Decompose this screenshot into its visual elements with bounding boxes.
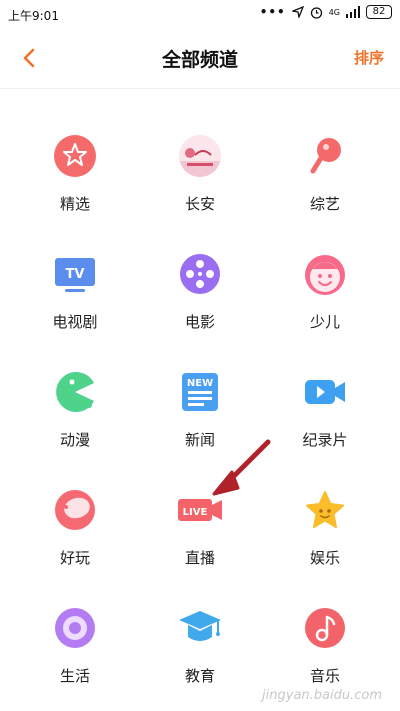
svg-text:LIVE: LIVE [183, 507, 208, 518]
pacman-icon [56, 372, 94, 412]
music-note-icon [305, 608, 345, 648]
channel-item-live[interactable]: LIVE 直播 [135, 487, 265, 568]
status-bar: 上午9:01 ••• 4G 82 [0, 0, 400, 28]
channel-label: 精选 [59, 195, 90, 213]
kid-face-icon [305, 255, 345, 295]
svg-text:TV: TV [66, 267, 85, 282]
graduation-cap-icon [179, 611, 221, 641]
channel-label: 新闻 [184, 431, 215, 449]
channel-label: 综艺 [309, 195, 340, 213]
star-icon [306, 491, 344, 528]
channel-label: 少儿 [309, 313, 340, 331]
channel-item-featured[interactable]: 精选 [10, 133, 140, 214]
channel-item-variety[interactable]: 综艺 [260, 133, 390, 214]
channel-label: 音乐 [309, 667, 340, 685]
channel-label: 动漫 [59, 431, 90, 449]
channel-item-changan[interactable]: 长安 [135, 133, 265, 214]
channel-label: 长安 [184, 195, 215, 213]
network-type: 4G [328, 7, 340, 17]
svg-text:NEW: NEW [187, 378, 213, 389]
fun-bubble-icon [55, 490, 95, 530]
sort-button[interactable]: 排序 [354, 47, 384, 68]
tv-icon: TV [55, 258, 95, 292]
channel-label: 纪录片 [302, 431, 348, 449]
battery-indicator: 82 [366, 5, 392, 19]
channel-item-tv-series[interactable]: TV 电视剧 [10, 251, 140, 332]
channel-label: 好玩 [59, 549, 90, 567]
more-dots-icon: ••• [259, 5, 286, 19]
status-time: 上午9:01 [8, 9, 59, 23]
film-reel-icon [180, 254, 220, 294]
location-icon [291, 6, 304, 18]
channel-label: 电视剧 [52, 313, 98, 331]
channel-label: 教育 [184, 667, 215, 685]
alarm-icon [310, 6, 322, 19]
channel-item-news[interactable]: NEW 新闻 [135, 369, 265, 450]
video-camera-icon [305, 380, 345, 404]
live-camera-icon: LIVE [178, 499, 222, 521]
channel-label: 生活 [59, 667, 90, 685]
page-title: 全部频道 [161, 49, 238, 71]
channel-item-education[interactable]: 教育 [135, 605, 265, 686]
watermark: jingyan.baidu.com [262, 688, 382, 703]
header: 全部频道 排序 [0, 28, 400, 89]
channel-label: 电影 [184, 313, 215, 331]
newspaper-icon: NEW [182, 373, 218, 411]
channel-label: 娱乐 [309, 549, 340, 567]
channel-item-fun[interactable]: 好玩 [10, 487, 140, 568]
channel-label: 直播 [184, 549, 215, 567]
channel-item-movie[interactable]: 电影 [135, 251, 265, 332]
channel-item-anime[interactable]: 动漫 [10, 369, 140, 450]
channel-item-entertainment[interactable]: 娱乐 [260, 487, 390, 568]
featured-icon [54, 135, 96, 177]
channel-item-music[interactable]: 音乐 [260, 605, 390, 686]
microphone-icon [310, 138, 341, 174]
status-icons: ••• 4G 82 [260, 5, 392, 19]
signal-icon [346, 6, 360, 18]
channel-item-kids[interactable]: 少儿 [260, 251, 390, 332]
channel-item-documentary[interactable]: 纪录片 [260, 369, 390, 450]
channel-item-life[interactable]: 生活 [10, 605, 140, 686]
changan-thumbnail-icon [179, 135, 221, 177]
life-circle-icon [55, 608, 95, 648]
